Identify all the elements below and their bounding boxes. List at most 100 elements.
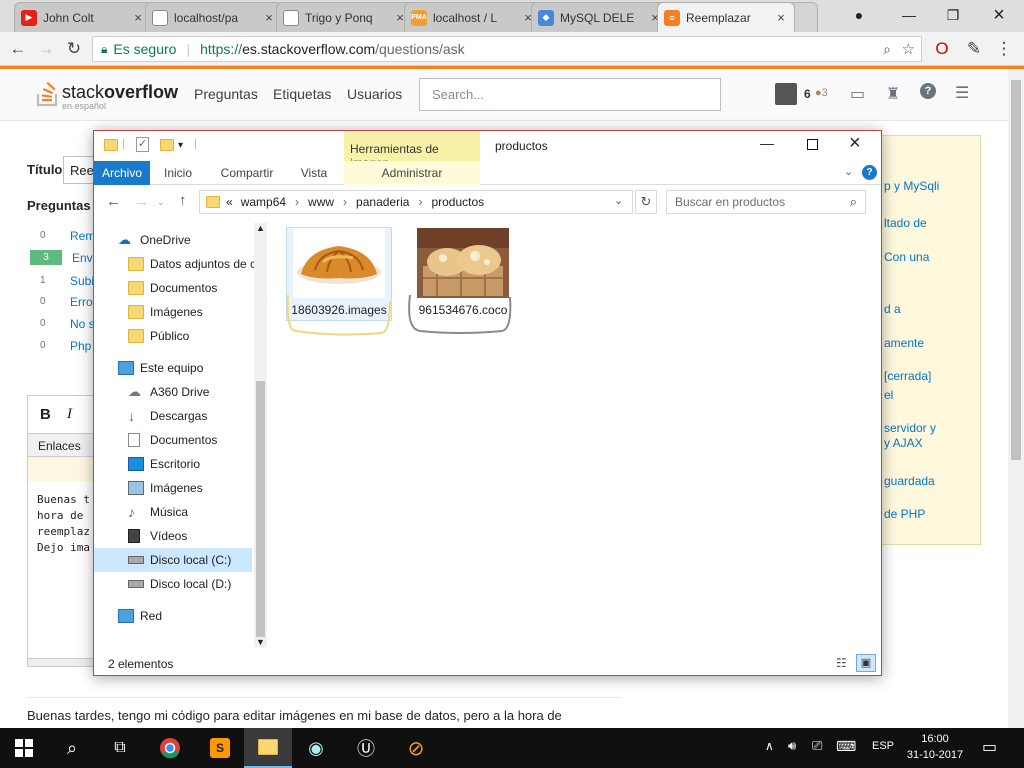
help-icon[interactable]: ?	[862, 165, 877, 180]
restore-button[interactable]: ❐	[930, 0, 976, 30]
breadcrumb-productos[interactable]: productos	[431, 195, 484, 209]
tab-administrar[interactable]: Administrar	[344, 161, 480, 185]
refresh-icon[interactable]: ↻	[635, 190, 657, 214]
breadcrumb-www[interactable]: www	[308, 195, 334, 209]
similar-question-link[interactable]: Env	[72, 251, 93, 265]
details-view-icon[interactable]: ☷	[836, 656, 847, 670]
nav-imagenes[interactable]: Imágenes	[128, 476, 203, 500]
browser-tab[interactable]: ▶ John Colt ×	[14, 2, 152, 32]
nav-musica[interactable]: ♪ Música	[128, 500, 188, 524]
opera-extension-icon[interactable]: O	[932, 39, 952, 59]
similar-question-link[interactable]: Subi	[70, 274, 94, 288]
scrollbar-thumb[interactable]	[256, 381, 265, 637]
breadcrumb-panaderia[interactable]: panaderia	[356, 195, 409, 209]
back-icon[interactable]: ←	[8, 39, 28, 59]
nav-disco-d[interactable]: Disco local (D:)	[128, 572, 231, 596]
tab-vista[interactable]: Vista	[292, 161, 336, 185]
sidebar-link[interactable]: Con una	[884, 249, 929, 266]
similar-question-link[interactable]: No s	[70, 317, 95, 331]
explorer-address-bar[interactable]: « wamp64 › www › panaderia › productos ⌄	[199, 190, 633, 214]
user-profile-icon[interactable]: ●	[836, 0, 882, 30]
start-button[interactable]	[0, 728, 48, 768]
nav-datos-adjuntos[interactable]: Datos adjuntos de c	[128, 252, 256, 276]
search-icon[interactable]: ⌕	[48, 728, 96, 768]
breadcrumb-chevron-icon[interactable]: ›	[418, 195, 422, 209]
bold-button[interactable]: B	[40, 406, 51, 423]
nav-onedrive[interactable]: ☁ OneDrive	[118, 228, 191, 252]
nav-videos[interactable]: Vídeos	[128, 524, 187, 548]
up-arrow-icon[interactable]: ↑	[179, 192, 187, 209]
navigation-pane-scrollbar[interactable]: ▲ ▼	[254, 223, 267, 647]
action-center-icon[interactable]: ▭	[982, 737, 997, 757]
zoom-search-icon[interactable]: ⌕	[883, 41, 891, 58]
eyedropper-extension-icon[interactable]: ✎	[964, 39, 984, 59]
site-switcher-icon[interactable]: ☰	[955, 83, 969, 103]
close-icon[interactable]: ×	[131, 10, 145, 25]
address-bar[interactable]: 🔒︎ Es seguro | https://es.stackoverflow.…	[92, 36, 922, 62]
tab-compartir[interactable]: Compartir	[214, 161, 280, 185]
nav-escritorio[interactable]: Escritorio	[128, 452, 200, 476]
sidebar-link[interactable]: d a	[884, 301, 901, 318]
browser-tab[interactable]: localhost/pa ×	[145, 2, 283, 32]
editor-links-tab[interactable]: Enlaces	[28, 433, 96, 457]
close-window-button[interactable]: ×	[976, 0, 1022, 30]
forward-arrow-icon[interactable]: →	[134, 193, 149, 210]
task-view-icon[interactable]: ⧉	[96, 728, 144, 768]
new-folder-icon[interactable]	[160, 139, 174, 151]
help-icon[interactable]: ?	[920, 83, 936, 99]
nav-documentos-onedrive[interactable]: Documentos	[128, 276, 217, 300]
nav-publico[interactable]: Público	[128, 324, 189, 348]
minimize-button[interactable]: —	[886, 0, 932, 30]
editor-resize-handle[interactable]	[28, 658, 96, 666]
browser-tab[interactable]: PMA localhost / L ×	[404, 2, 542, 32]
nav-disco-c-selected[interactable]: Disco local (C:)	[94, 548, 252, 572]
expand-ribbon-icon[interactable]: ⌄	[844, 165, 853, 178]
nav-usuarios[interactable]: Usuarios	[347, 86, 402, 102]
achievements-trophy-icon[interactable]: ♜	[886, 84, 900, 104]
sidebar-link[interactable]: [cerrada]	[884, 368, 931, 385]
sublime-text-icon[interactable]: S	[196, 728, 244, 768]
nav-documentos[interactable]: Documentos	[128, 428, 217, 452]
close-icon[interactable]: ×	[774, 10, 788, 25]
network-status-icon[interactable]: ⎚	[812, 738, 822, 754]
sidebar-link[interactable]: guardada	[884, 473, 935, 490]
page-scrollbar-thumb[interactable]	[1011, 80, 1021, 460]
nav-a360-drive[interactable]: ☁ A360 Drive	[128, 380, 209, 404]
volume-icon[interactable]: 🔊︎	[788, 738, 796, 754]
inbox-icon[interactable]: ▭	[850, 84, 865, 104]
language-indicator[interactable]: ESP	[872, 740, 894, 752]
forward-icon[interactable]: →	[36, 39, 56, 59]
tab-archivo[interactable]: Archivo	[94, 161, 150, 185]
maximize-button[interactable]	[807, 139, 818, 150]
file-explorer-taskbar-icon[interactable]	[244, 728, 292, 768]
sidebar-link[interactable]: amente	[884, 335, 924, 352]
so-logo[interactable]: stackoverflow en español	[36, 77, 178, 111]
sidebar-link[interactable]: p y MySqli	[884, 178, 939, 195]
so-search-input[interactable]: Search...	[419, 78, 721, 111]
chrome-taskbar-icon[interactable]	[146, 728, 194, 768]
breadcrumb-overflow[interactable]: «	[226, 195, 233, 209]
nav-red[interactable]: Red	[118, 604, 162, 628]
similar-question-link[interactable]: Php	[70, 339, 91, 353]
similar-question-link[interactable]: Rem	[70, 229, 95, 243]
reload-icon[interactable]: ↻	[64, 39, 84, 59]
sidebar-link[interactable]: de PHP	[884, 506, 925, 523]
keyboard-icon[interactable]: ⌨	[836, 738, 856, 755]
minimize-button[interactable]: —	[760, 135, 774, 151]
italic-button[interactable]: I	[67, 406, 72, 423]
recent-locations-icon[interactable]: ⌄	[157, 197, 165, 208]
breadcrumb-chevron-icon[interactable]: ›	[343, 195, 347, 209]
similar-question-link[interactable]: Erro	[70, 295, 93, 309]
bookmark-star-icon[interactable]: ☆	[902, 40, 915, 58]
sidebar-link[interactable]: y AJAX	[884, 435, 923, 452]
steam-icon[interactable]: ◉	[292, 728, 340, 768]
sidebar-link[interactable]: ltado de	[884, 215, 927, 232]
close-icon[interactable]: ×	[262, 10, 276, 25]
editor-textarea[interactable]: Buenas t hora de reemplaz Dejo ima	[37, 492, 90, 556]
overwatch-icon[interactable]: ⊘	[392, 728, 440, 768]
address-dropdown-icon[interactable]: ⌄	[614, 194, 623, 207]
tab-inicio[interactable]: Inicio	[156, 161, 200, 185]
unreal-engine-icon[interactable]: Ⓤ	[342, 728, 390, 768]
browser-tab[interactable]: ◆ MySQL DELE ×	[531, 2, 669, 32]
back-arrow-icon[interactable]: ←	[106, 193, 121, 210]
